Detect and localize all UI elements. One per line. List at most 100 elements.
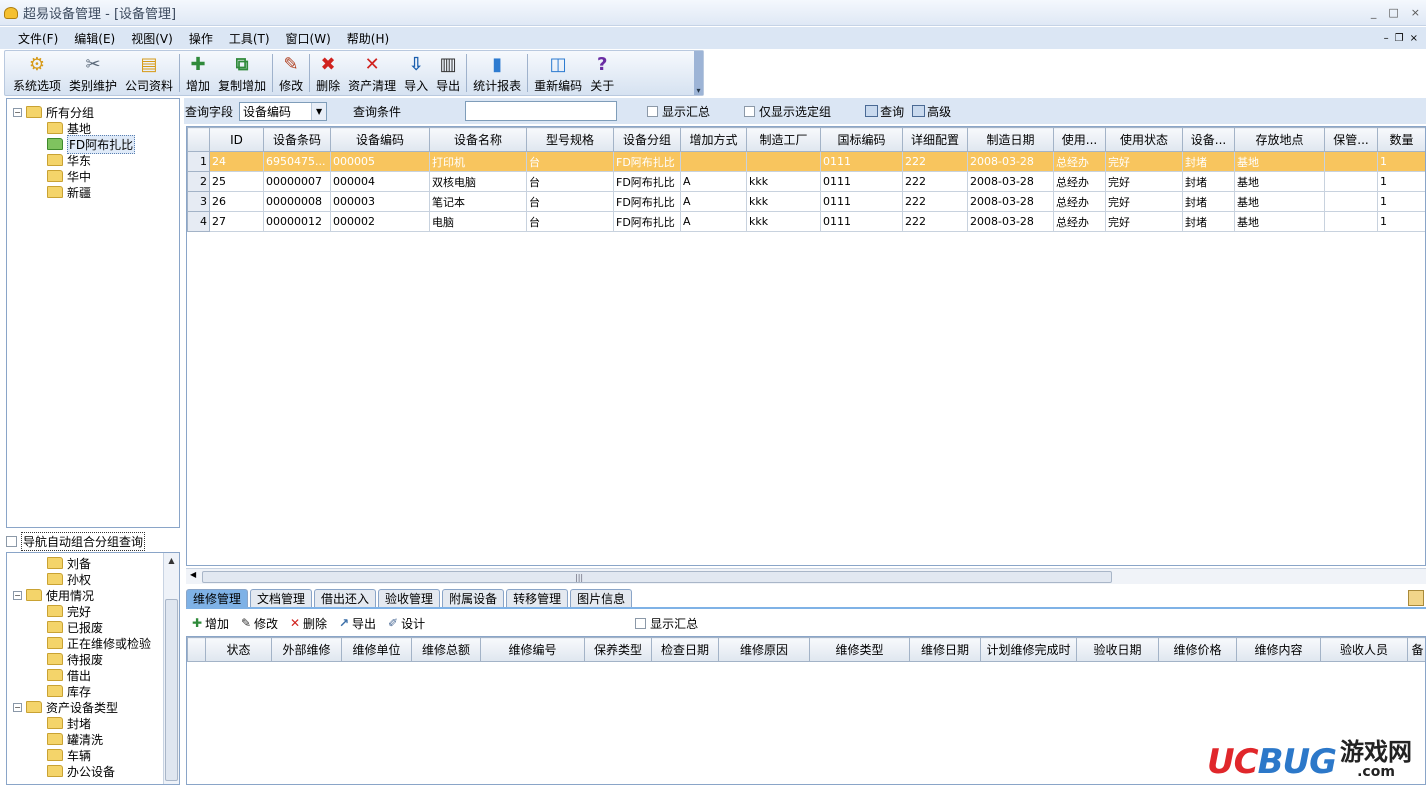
column-header[interactable]: 检查日期 [651, 637, 719, 662]
column-header[interactable]: 计划维修完成时 [980, 637, 1077, 662]
notes-icon[interactable] [1408, 590, 1424, 606]
column-header[interactable]: 维修编号 [480, 637, 585, 662]
menu-view[interactable]: 视图(V) [123, 30, 181, 47]
column-header[interactable]: 存放地点 [1234, 127, 1325, 152]
column-header[interactable]: 设备分组 [613, 127, 681, 152]
column-header[interactable]: 保养类型 [584, 637, 652, 662]
menu-tools[interactable]: 工具(T) [221, 30, 278, 47]
column-header[interactable]: 数量 [1377, 127, 1425, 152]
column-header[interactable]: 备 [1407, 637, 1425, 662]
detail-show-summary-checkbox[interactable]: 显示汇总 [635, 615, 698, 632]
checkbox-box[interactable] [744, 105, 756, 117]
query-field-select[interactable]: 设备编码 ▼ [239, 101, 328, 121]
checkbox-box[interactable] [6, 535, 17, 547]
collapse-icon[interactable]: − [13, 107, 22, 117]
chevron-down-icon[interactable]: ▼ [311, 102, 327, 120]
mdi-minimize-button[interactable]: – [1384, 33, 1389, 44]
row-number[interactable]: 4 [187, 211, 210, 232]
nav-tree-node[interactable]: − 资产设备类型 [7, 699, 179, 715]
toolbar-button-7[interactable]: ✕ 资产清理 [344, 51, 400, 95]
toolbar-button-3[interactable]: ✚ 增加 [182, 51, 214, 95]
close-button[interactable]: × [1411, 6, 1420, 19]
collapse-icon[interactable]: − [13, 702, 22, 712]
column-header[interactable]: 设备条码 [263, 127, 331, 152]
toolbar-button-5[interactable]: ✎ 修改 [275, 51, 307, 95]
only-selected-group-checkbox[interactable]: 仅显示选定组 [744, 103, 831, 120]
detail-delete-button[interactable]: ✕ 删除 [288, 615, 327, 632]
toolbar-overflow-icon[interactable]: ▾ [694, 51, 703, 95]
query-condition-input[interactable] [465, 101, 618, 121]
checkbox-box[interactable] [635, 617, 647, 629]
toolbar-button-8[interactable]: ⇩ 导入 [400, 51, 432, 95]
detail-design-button[interactable]: ✐ 设计 [386, 615, 425, 632]
table-row[interactable]: 1 24 6950475... 000005 打印机台 FD阿布扎比 0111 222 2008… [187, 151, 1425, 172]
column-header[interactable]: 国标编码 [820, 127, 903, 152]
maximize-button[interactable]: □ [1388, 6, 1398, 19]
nav-tree-node[interactable]: − 使用情况 [7, 587, 179, 603]
grid-horizontal-scrollbar[interactable]: ◀ ||| [186, 568, 1426, 584]
tab-3[interactable]: 验收管理 [378, 589, 441, 607]
toolbar-button-12[interactable]: ? 关于 [586, 51, 618, 95]
column-header[interactable]: 状态 [205, 637, 272, 662]
toolbar-button-1[interactable]: ✂ 类别维护 [65, 51, 121, 95]
column-header[interactable]: 保管... [1324, 127, 1378, 152]
column-header[interactable]: 制造工厂 [746, 127, 821, 152]
column-header[interactable]: ID [209, 127, 264, 152]
show-summary-checkbox[interactable]: 显示汇总 [647, 103, 710, 120]
nav-tree-node[interactable]: 完好 [7, 603, 179, 619]
toolbar-button-9[interactable]: ▥ 导出 [432, 51, 464, 95]
column-header[interactable]: 详细配置 [902, 127, 968, 152]
nav-tree-node[interactable]: 待报废 [7, 651, 179, 667]
row-number[interactable]: 3 [187, 191, 210, 212]
scroll-up-icon[interactable]: ▲ [164, 553, 179, 569]
collapse-icon[interactable]: − [13, 590, 22, 600]
mdi-close-button[interactable]: × [1410, 33, 1418, 44]
toolbar-button-6[interactable]: ✖ 删除 [312, 51, 344, 95]
nav-tree-node[interactable]: 车辆 [7, 747, 179, 763]
nav-tree-node[interactable]: 办公设备 [7, 763, 179, 779]
table-row[interactable]: 2 25 00000007 000004 双核电脑台 FD阿布扎比 Akkk 0111 222 2… [187, 171, 1425, 192]
column-header[interactable]: 设备名称 [429, 127, 527, 152]
toolbar-button-2[interactable]: ▤ 公司资料 [121, 51, 177, 95]
column-header[interactable]: 维修原因 [718, 637, 810, 662]
column-header[interactable]: 外部维修 [271, 637, 342, 662]
nav-tree-node[interactable]: 库存 [7, 683, 179, 699]
table-row[interactable]: 4 27 00000012 000002 电脑台 FD阿布扎比 Akkk 0111 222 200… [187, 211, 1425, 232]
nav-tree-node[interactable]: 刘备 [7, 555, 179, 571]
detail-edit-button[interactable]: ✎ 修改 [239, 615, 278, 632]
tab-2[interactable]: 借出还入 [314, 589, 377, 607]
search-button[interactable]: 查询 [865, 103, 904, 120]
toolbar-button-4[interactable]: ⧉ 复制增加 [214, 51, 270, 95]
scroll-thumb[interactable]: ||| [202, 571, 1112, 583]
column-header[interactable]: 型号规格 [526, 127, 614, 152]
column-header[interactable]: 维修总额 [411, 637, 481, 662]
row-number[interactable]: 1 [187, 151, 210, 172]
mdi-restore-button[interactable]: ❐ [1395, 33, 1404, 44]
detail-add-button[interactable]: ✚ 增加 [190, 615, 229, 632]
column-header[interactable]: 维修单位 [341, 637, 412, 662]
toolbar-button-11[interactable]: ◫ 重新编码 [530, 51, 586, 95]
toolbar-button-0[interactable]: ⚙ 系统选项 [9, 51, 65, 95]
checkbox-box[interactable] [647, 105, 659, 117]
column-header[interactable]: 维修内容 [1236, 637, 1321, 662]
scroll-thumb[interactable] [165, 599, 178, 781]
minimize-button[interactable]: _ [1371, 6, 1377, 19]
column-header[interactable]: 维修类型 [809, 637, 910, 662]
toolbar-button-10[interactable]: ▮ 统计报表 [469, 51, 525, 95]
column-header[interactable]: 使用... [1053, 127, 1106, 152]
column-header[interactable]: 维修价格 [1158, 637, 1237, 662]
menu-operation[interactable]: 操作 [181, 30, 221, 47]
nav-tree-node[interactable]: 封堵 [7, 715, 179, 731]
column-header[interactable]: 维修日期 [909, 637, 981, 662]
tree-node-group[interactable]: 新疆 [7, 184, 179, 200]
nav-tree-node[interactable]: 孙权 [7, 571, 179, 587]
column-header[interactable]: 制造日期 [967, 127, 1054, 152]
scroll-left-icon[interactable]: ◀ [190, 570, 196, 579]
advanced-button[interactable]: 高级 [912, 103, 951, 120]
tab-5[interactable]: 转移管理 [506, 589, 569, 607]
tree-node-root[interactable]: − 所有分组 [7, 104, 179, 120]
tree-node-group[interactable]: FD阿布扎比 [7, 134, 179, 154]
nav-tree-node[interactable]: 罐清洗 [7, 731, 179, 747]
column-header[interactable]: 验收日期 [1076, 637, 1159, 662]
nav-tree-node[interactable]: 正在维修或检验 [7, 635, 179, 651]
